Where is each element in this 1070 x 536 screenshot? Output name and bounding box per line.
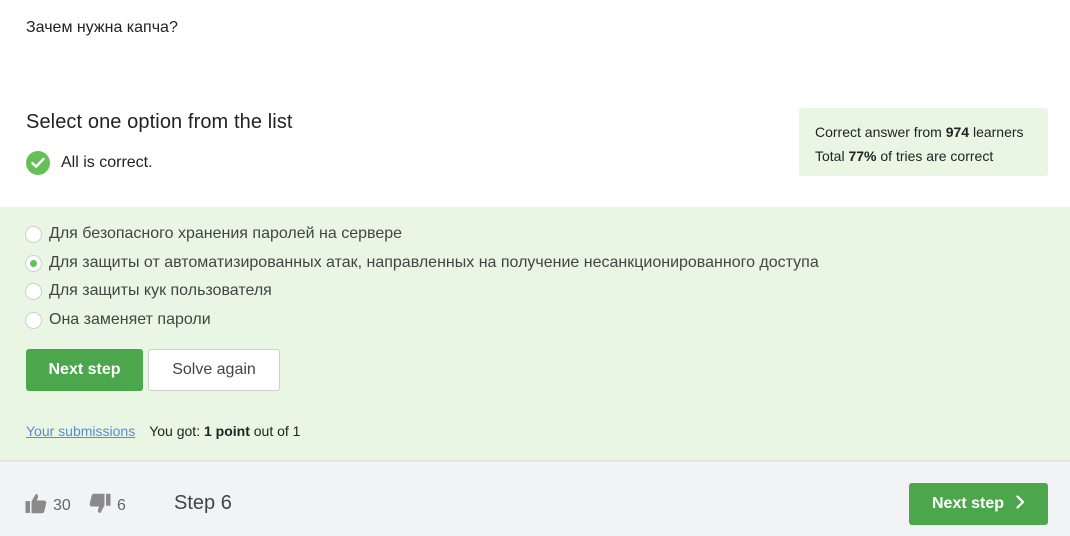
stats-learners: Correct answer from 974 learners: [815, 124, 1024, 140]
dislike-button[interactable]: 6: [89, 493, 126, 519]
footer-bar: 30 6 Step 6 Next step: [0, 462, 1070, 536]
dislikes-count: 6: [117, 497, 126, 514]
option-2[interactable]: Для защиты от автоматизированных атак, н…: [25, 254, 819, 272]
like-button[interactable]: 30: [25, 493, 71, 519]
radio-button[interactable]: [25, 311, 42, 329]
step-label: Step 6: [174, 492, 232, 514]
footer-next-step-label: Next step: [931, 495, 1005, 512]
next-step-button[interactable]: Next step: [26, 349, 143, 391]
status-text: All is correct.: [61, 154, 153, 171]
thumbs-down-icon: [89, 493, 111, 519]
option-1[interactable]: Для безопасного хранения паролей на серв…: [25, 225, 402, 243]
option-label: Для защиты кук пользователя: [49, 282, 272, 299]
submissions-row: Your submissions You got: 1 point out of…: [26, 423, 300, 439]
question-text: Зачем нужна капча?: [26, 19, 178, 36]
option-4[interactable]: Она заменяет пароли: [25, 311, 211, 329]
your-submissions-link[interactable]: Your submissions: [26, 423, 135, 439]
check-circle-icon: [26, 151, 50, 175]
radio-dot-icon: [30, 259, 37, 267]
score-text: You got: 1 point out of 1: [149, 423, 301, 439]
option-3[interactable]: Для защиты кук пользователя: [25, 282, 272, 300]
options-panel: Для безопасного хранения паролей на серв…: [0, 207, 1070, 460]
instruction-heading: Select one option from the list: [26, 111, 293, 133]
radio-button-selected[interactable]: [25, 254, 42, 272]
solve-again-button[interactable]: Solve again: [148, 349, 280, 391]
likes-count: 30: [53, 497, 71, 514]
stats-box: Correct answer from 974 learners Total 7…: [799, 108, 1048, 176]
radio-button[interactable]: [25, 282, 42, 300]
radio-button[interactable]: [25, 225, 42, 243]
thumbs-up-icon: [25, 493, 47, 519]
chevron-right-icon: [1016, 494, 1025, 514]
option-label: Она заменяет пароли: [49, 311, 211, 328]
stats-tries: Total 77% of tries are correct: [815, 148, 994, 164]
option-label: Для защиты от автоматизированных атак, н…: [49, 254, 819, 271]
result-status: All is correct.: [26, 151, 153, 175]
option-label: Для безопасного хранения паролей на серв…: [49, 225, 403, 242]
footer-next-step-button[interactable]: Next step: [909, 483, 1048, 525]
